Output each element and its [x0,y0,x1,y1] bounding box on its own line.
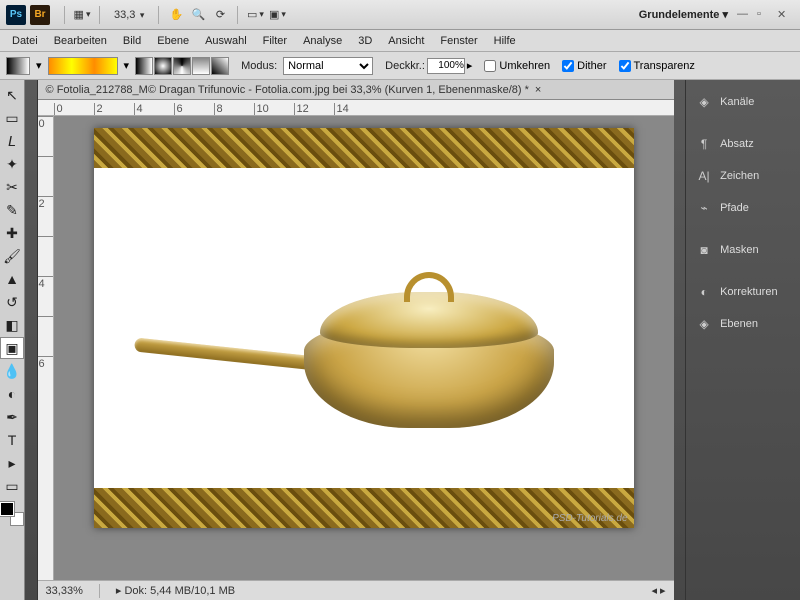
zoom-level[interactable]: 33,3 ▾ [114,9,144,21]
titlebar: Ps Br ▦▾ 33,3 ▾ ✋ 🔍 ⟳ ▭▾ ▣▾ Grundelement… [0,0,800,30]
modus-select[interactable]: Normal [283,57,373,75]
panel-absatz[interactable]: ¶Absatz [686,128,800,160]
menu-analyse[interactable]: Analyse [295,33,350,49]
maximize-icon[interactable]: ▫ [757,8,771,22]
menu-bearbeiten[interactable]: Bearbeiten [46,33,115,49]
eraser-tool[interactable]: ◧ [0,314,24,336]
color-swatches[interactable] [0,502,24,526]
umkehren-checkbox[interactable]: Umkehren [484,60,550,72]
menu-3d[interactable]: 3D [350,33,380,49]
crop-tool[interactable]: ✂ [0,176,24,198]
paths-icon: ⌁ [696,200,712,216]
ornate-border-top [94,128,634,168]
menu-ebene[interactable]: Ebene [149,33,197,49]
type-tool[interactable]: T [0,429,24,451]
masks-icon: ◙ [696,242,712,258]
lasso-tool[interactable]: 𝘓 [0,130,24,152]
watermark: PSD-Tutorials.de [552,513,627,524]
brush-tool[interactable]: 🖌 [0,245,24,267]
character-icon: A| [696,168,712,184]
angle-gradient-icon[interactable] [173,57,191,75]
menubar: Datei Bearbeiten Bild Ebene Auswahl Filt… [0,30,800,52]
close-icon[interactable]: ✕ [777,8,791,22]
menu-fenster[interactable]: Fenster [432,33,485,49]
collapsed-panel-left[interactable] [25,80,38,600]
heal-tool[interactable]: ✚ [0,222,24,244]
photoshop-window: Ps Br ▦▾ 33,3 ▾ ✋ 🔍 ⟳ ▭▾ ▣▾ Grundelement… [0,0,800,600]
wand-tool[interactable]: ✦ [0,153,24,175]
panel-korrekturen[interactable]: ◐Korrekturen [686,276,800,308]
panels-dock: ◈Kanäle ¶Absatz A|Zeichen ⌁Pfade ◙Masken… [686,80,800,600]
options-bar: ▾ ▾ Modus: Normal Deckkr.: ▸ Umkehren Di… [0,52,800,80]
dodge-tool[interactable]: ◐ [0,383,24,405]
arrange-icon[interactable]: ▭▾ [247,7,263,23]
hand-icon[interactable]: ✋ [168,7,184,23]
menu-ansicht[interactable]: Ansicht [380,33,432,49]
reflected-gradient-icon[interactable] [192,57,210,75]
menu-hilfe[interactable]: Hilfe [486,33,524,49]
deckkr-label: Deckkr.: [385,60,425,72]
shape-tool[interactable]: ▭ [0,475,24,497]
adjustments-icon: ◐ [696,284,712,300]
menu-auswahl[interactable]: Auswahl [197,33,255,49]
app-icon[interactable]: Ps [6,5,26,25]
document-tab[interactable]: © Fotolia_212788_M© Dragan Trifunovic - … [38,80,674,100]
status-zoom[interactable]: 33,33% [46,585,83,597]
status-bar: 33,33% ▸ Dok: 5,44 MB/10,1 MB ◂ ▸ [38,580,674,600]
transparenz-checkbox[interactable]: Transparenz [619,60,695,72]
tab-close-icon[interactable]: × [535,84,541,96]
panel-kanaele[interactable]: ◈Kanäle [686,86,800,118]
radial-gradient-icon[interactable] [154,57,172,75]
modus-label: Modus: [241,60,277,72]
marquee-tool[interactable]: ▭ [0,107,24,129]
canvas: PSD-Tutorials.de [94,128,634,528]
paragraph-icon: ¶ [696,136,712,152]
ruler-horizontal: 02468101214 [38,100,674,116]
deckkr-input[interactable] [427,58,465,74]
eyedropper-tool[interactable]: ✎ [0,199,24,221]
workspace-selector[interactable]: Grundelemente ▾ [639,8,728,21]
golden-pan-image [154,258,594,458]
panel-masken[interactable]: ◙Masken [686,234,800,266]
gradient-tool[interactable]: ▣ [0,337,24,359]
layout-icon[interactable]: ▦▾ [74,7,90,23]
layers-icon: ◈ [696,316,712,332]
panel-ebenen[interactable]: ◈Ebenen [686,308,800,340]
canvas-viewport[interactable]: PSD-Tutorials.de [54,116,674,580]
screen-mode-icon[interactable]: ▣▾ [269,7,285,23]
panel-zeichen[interactable]: A|Zeichen [686,160,800,192]
rotate-icon[interactable]: ⟳ [212,7,228,23]
gradient-preview[interactable] [48,57,118,75]
menu-filter[interactable]: Filter [255,33,295,49]
tools-panel: ↖ ▭ 𝘓 ✦ ✂ ✎ ✚ 🖌 ▲ ↺ ◧ ▣ 💧 ◐ ✒ T ▸ ▭ [0,80,25,600]
minimize-icon[interactable]: — [737,8,751,22]
workarea: ↖ ▭ 𝘓 ✦ ✂ ✎ ✚ 🖌 ▲ ↺ ◧ ▣ 💧 ◐ ✒ T ▸ ▭ © Fo… [0,80,800,600]
path-select-tool[interactable]: ▸ [0,452,24,474]
pen-tool[interactable]: ✒ [0,406,24,428]
move-tool[interactable]: ↖ [0,84,24,106]
document-area: © Fotolia_212788_M© Dragan Trifunovic - … [38,80,674,600]
dither-checkbox[interactable]: Dither [562,60,606,72]
diamond-gradient-icon[interactable] [211,57,229,75]
zoom-icon[interactable]: 🔍 [190,7,206,23]
channels-icon: ◈ [696,94,712,110]
linear-gradient-icon[interactable] [135,57,153,75]
history-brush-tool[interactable]: ↺ [0,291,24,313]
gradient-types [135,57,229,75]
collapsed-panel-right[interactable] [674,80,687,600]
panel-pfade[interactable]: ⌁Pfade [686,192,800,224]
blur-tool[interactable]: 💧 [0,360,24,382]
deckkr-arrow-icon[interactable]: ▸ [467,59,473,72]
tool-preset[interactable] [6,57,30,75]
ruler-vertical: 0246 [38,116,54,580]
bridge-icon[interactable]: Br [30,5,50,25]
status-doc: Dok: 5,44 MB/10,1 MB [124,585,235,597]
menu-bild[interactable]: Bild [115,33,149,49]
stamp-tool[interactable]: ▲ [0,268,24,290]
menu-datei[interactable]: Datei [4,33,46,49]
